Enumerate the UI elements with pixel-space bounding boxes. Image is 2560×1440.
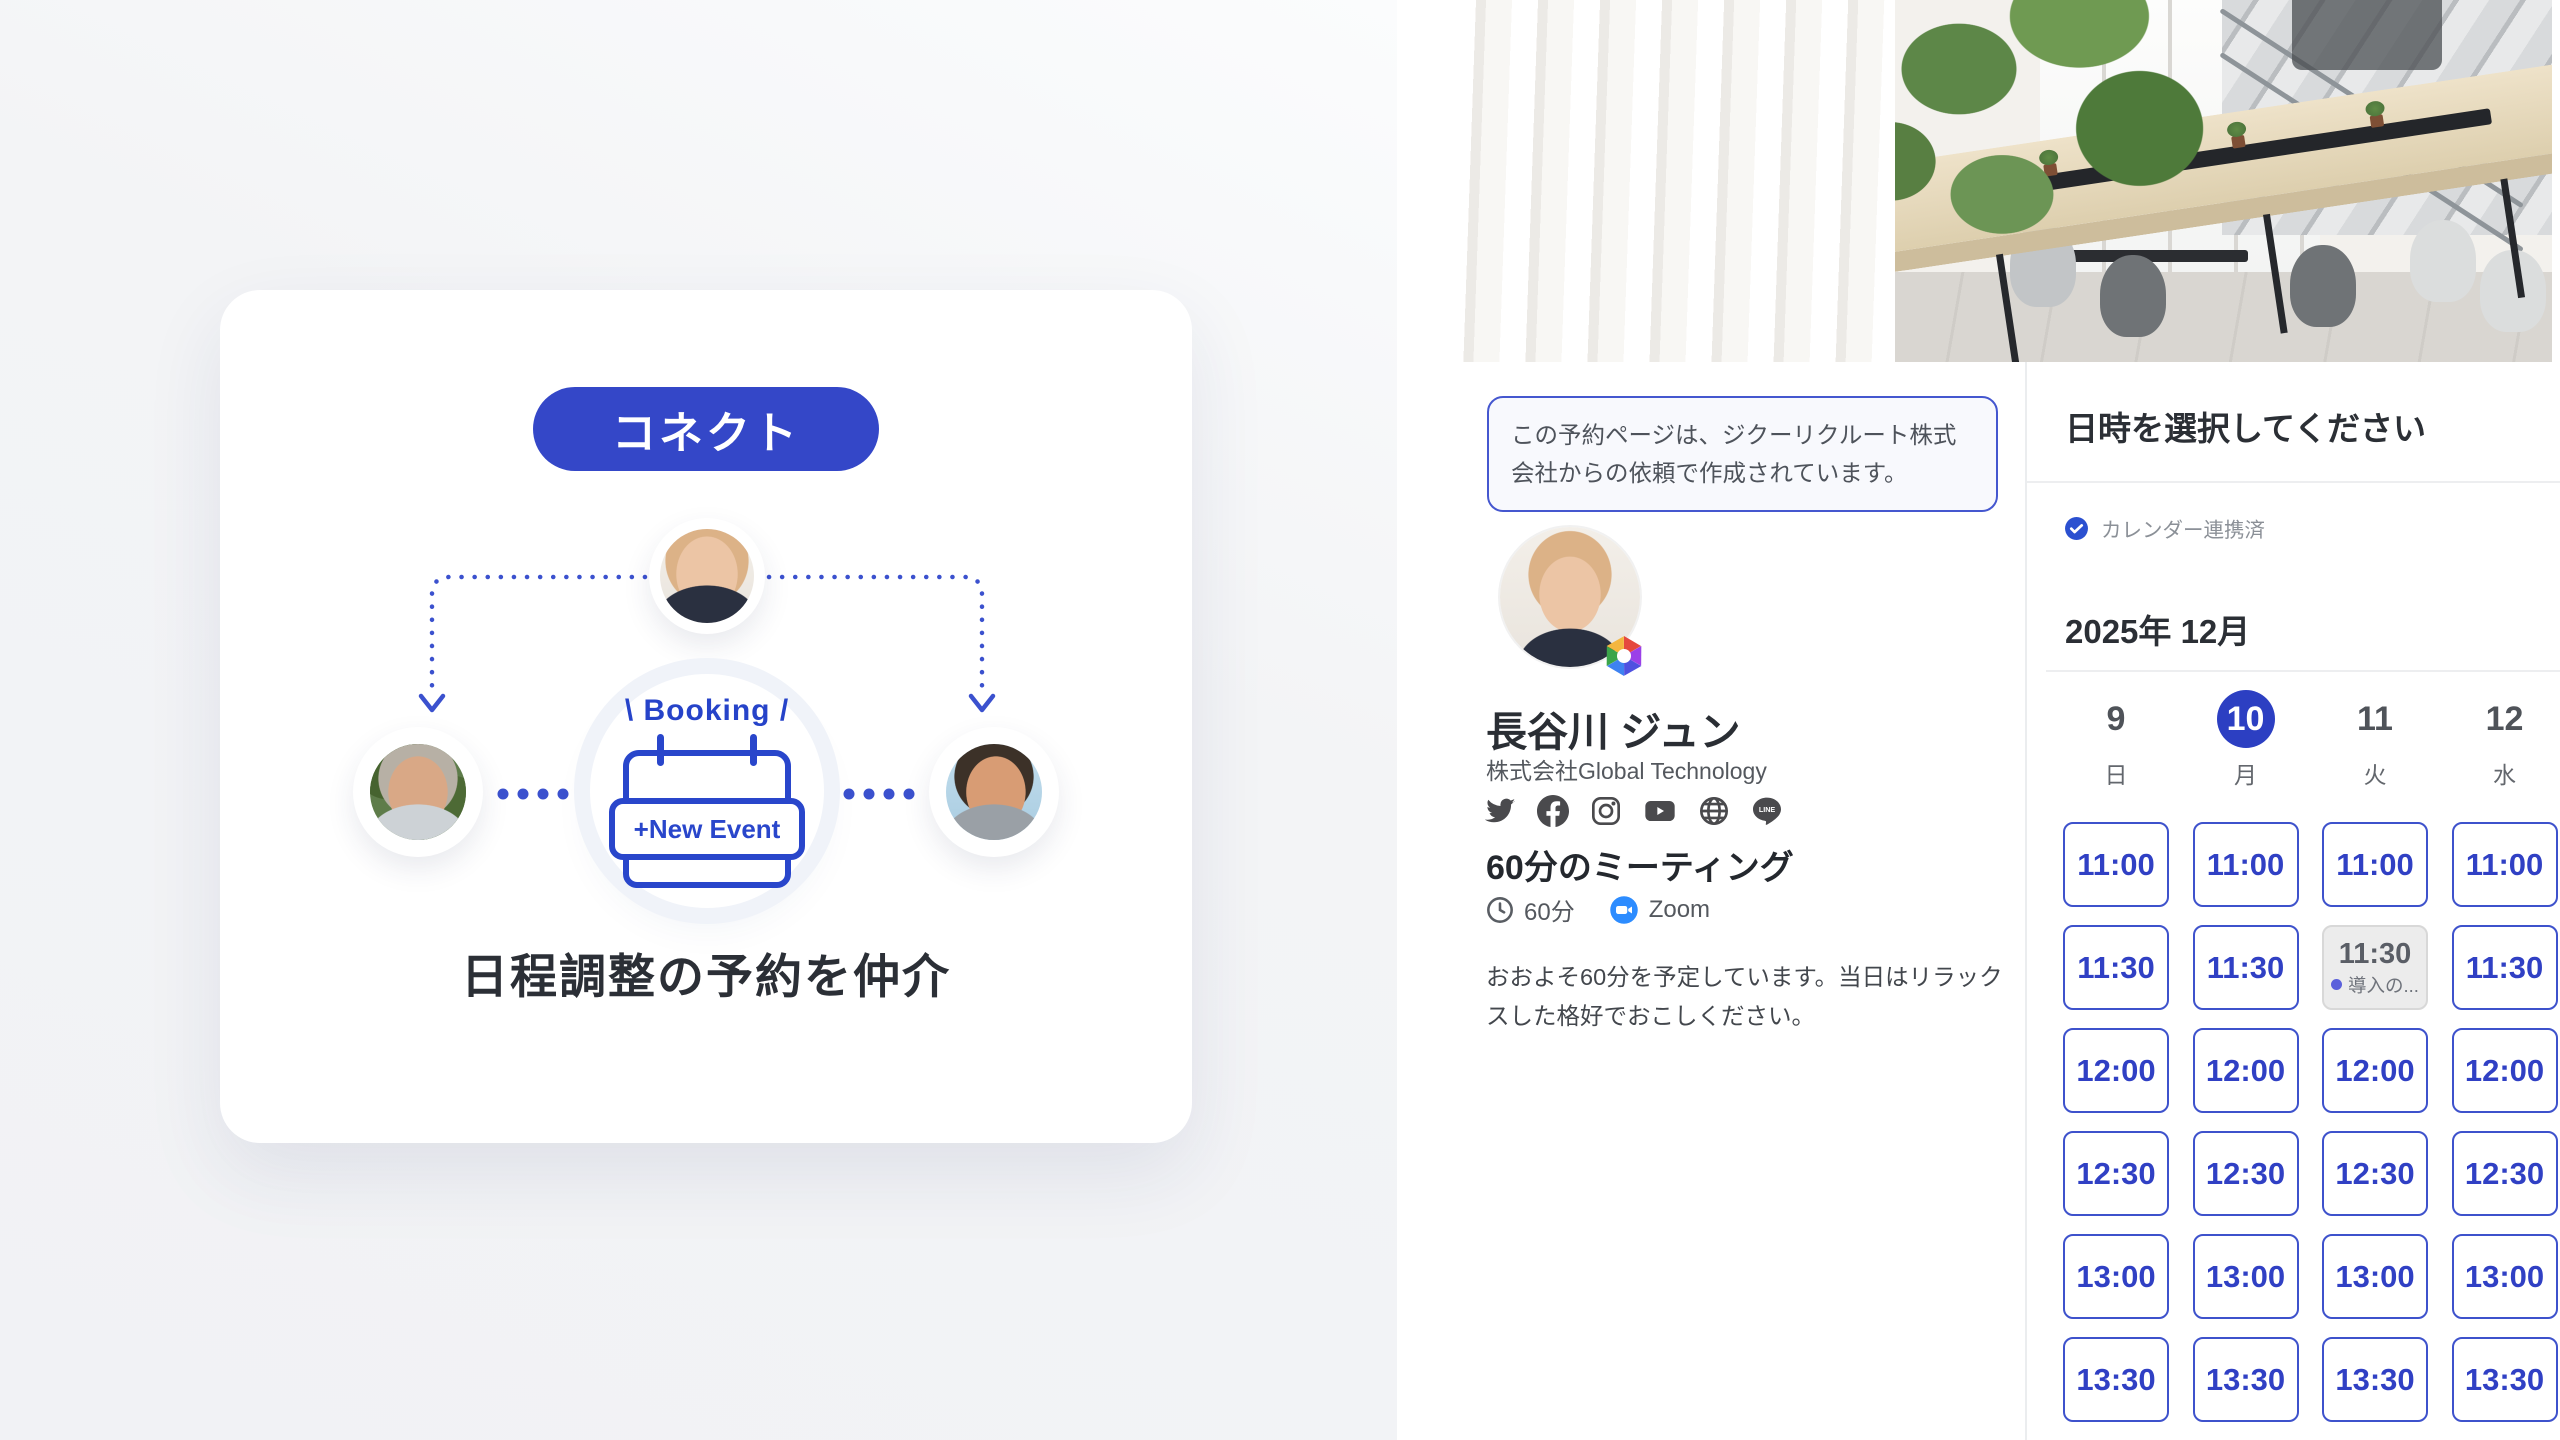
slot-11-1230[interactable]: 12:30	[2322, 1131, 2428, 1216]
slot-12-1230[interactable]: 12:30	[2452, 1131, 2558, 1216]
booking-word: \ Booking /	[625, 694, 789, 728]
location-label: Zoom	[1649, 896, 1710, 924]
slot-12-1200[interactable]: 12:00	[2452, 1028, 2558, 1113]
slot-10-1300[interactable]: 13:00	[2193, 1234, 2299, 1319]
meeting-meta-row: 60分 Zoom	[1486, 892, 1710, 927]
curtains	[1450, 0, 1895, 362]
calendar-status-label: カレンダー連携済	[2101, 513, 2265, 543]
arrow-down-right-icon	[971, 696, 993, 710]
calendar-sync-pinwheel-icon	[1602, 634, 1646, 678]
svg-text:LINE: LINE	[1759, 805, 1776, 814]
day-column-11[interactable]: 11 火	[2322, 690, 2428, 790]
slot-9-1130[interactable]: 11:30	[2063, 925, 2169, 1010]
meeting-description: おおよそ60分を予定しています。当日はリラックスした格好でおこしください。	[1486, 958, 2006, 1037]
slot-9-1100[interactable]: 11:00	[2063, 822, 2169, 907]
slot-10-1330[interactable]: 13:30	[2193, 1337, 2299, 1422]
time-slot-grid: 11:00 11:00 11:00 11:00 11:30 11:30 11:3…	[2063, 822, 2558, 1422]
busy-dot-icon	[2331, 979, 2342, 990]
slot-10-1200[interactable]: 12:00	[2193, 1028, 2299, 1113]
calendar-status: カレンダー連携済	[2064, 513, 2265, 543]
month-label: 2025年 12月	[2065, 605, 2250, 653]
slot-9-1300[interactable]: 13:00	[2063, 1234, 2169, 1319]
slot-11-1330[interactable]: 13:30	[2322, 1337, 2428, 1422]
line-icon[interactable]: LINE	[1751, 795, 1783, 827]
slot-12-1100[interactable]: 11:00	[2452, 822, 2558, 907]
day-column-12[interactable]: 12 水	[2452, 690, 2558, 790]
office-photo	[1450, 0, 2552, 362]
host-company: 株式会社Global Technology	[1486, 752, 1767, 786]
twitter-icon[interactable]	[1484, 795, 1516, 827]
guest-right-portrait	[946, 744, 1042, 840]
clock-icon	[1486, 896, 1514, 924]
day-column-9[interactable]: 9 日	[2063, 690, 2169, 790]
website-globe-icon[interactable]	[1698, 795, 1730, 827]
slot-9-1200[interactable]: 12:00	[2063, 1028, 2169, 1113]
meeting-title: 60分のミーティング	[1486, 840, 1794, 889]
youtube-icon[interactable]	[1643, 795, 1677, 827]
arrow-down-left-icon	[421, 696, 443, 710]
slot-12-1330[interactable]: 13:30	[2452, 1337, 2558, 1422]
day-headers: 9 日 10 月 11 火 12 水	[2063, 690, 2558, 790]
slot-11-1200[interactable]: 12:00	[2322, 1028, 2428, 1113]
slot-11-1100[interactable]: 11:00	[2322, 822, 2428, 907]
instagram-icon[interactable]	[1590, 795, 1622, 827]
new-event-label: +New Event	[609, 798, 805, 860]
calendar-event-icon: +New Event	[609, 738, 805, 888]
slot-12-1300[interactable]: 13:00	[2452, 1234, 2558, 1319]
duration-label: 60分	[1524, 892, 1575, 927]
busy-slot-time: 11:30	[2339, 938, 2412, 971]
guest-left-portrait	[370, 744, 466, 840]
created-by-notice: この予約ページは、ジクーリクルート株式会社からの依頼で作成されています。	[1487, 396, 1998, 512]
busy-slot-label: 導入の...	[2348, 972, 2419, 998]
scheduler-heading: 日時を選択してください	[2065, 402, 2426, 450]
host-name: 長谷川 ジュン	[1486, 698, 1741, 758]
slot-9-1330[interactable]: 13:30	[2063, 1337, 2169, 1422]
slot-9-1230[interactable]: 12:30	[2063, 1131, 2169, 1216]
slot-10-1130[interactable]: 11:30	[2193, 925, 2299, 1010]
avatar-guest-right	[929, 727, 1059, 857]
slot-10-1100[interactable]: 11:00	[2193, 822, 2299, 907]
slot-11-1300[interactable]: 13:00	[2322, 1234, 2428, 1319]
slot-10-1230[interactable]: 12:30	[2193, 1131, 2299, 1216]
facebook-icon[interactable]	[1537, 795, 1569, 827]
duration-item: 60分	[1486, 892, 1575, 927]
slot-12-1130[interactable]: 11:30	[2452, 925, 2558, 1010]
illustration-card: コネクト \	[220, 290, 1192, 1143]
calendar-top-divider	[2046, 670, 2560, 672]
busy-slot-event: 導入の...	[2331, 972, 2419, 998]
heading-divider	[2027, 481, 2560, 483]
booking-bubble: \ Booking / +New Event	[590, 674, 824, 908]
slot-11-1130-busy[interactable]: 11:30 導入の...	[2322, 925, 2428, 1010]
day-column-10-selected[interactable]: 10 月	[2193, 690, 2299, 790]
illustration-panel: コネクト \	[0, 0, 1397, 1440]
vertical-divider	[2025, 362, 2027, 1440]
avatar-organizer	[649, 518, 765, 634]
organizer-portrait	[660, 529, 754, 623]
avatar-guest-left	[353, 727, 483, 857]
location-item: Zoom	[1609, 895, 1710, 925]
social-links-row: LINE	[1484, 795, 1783, 827]
check-circle-icon	[2064, 516, 2089, 541]
illustration-caption: 日程調整の予約を仲介	[220, 938, 1192, 1007]
zoom-video-icon	[1609, 895, 1639, 925]
